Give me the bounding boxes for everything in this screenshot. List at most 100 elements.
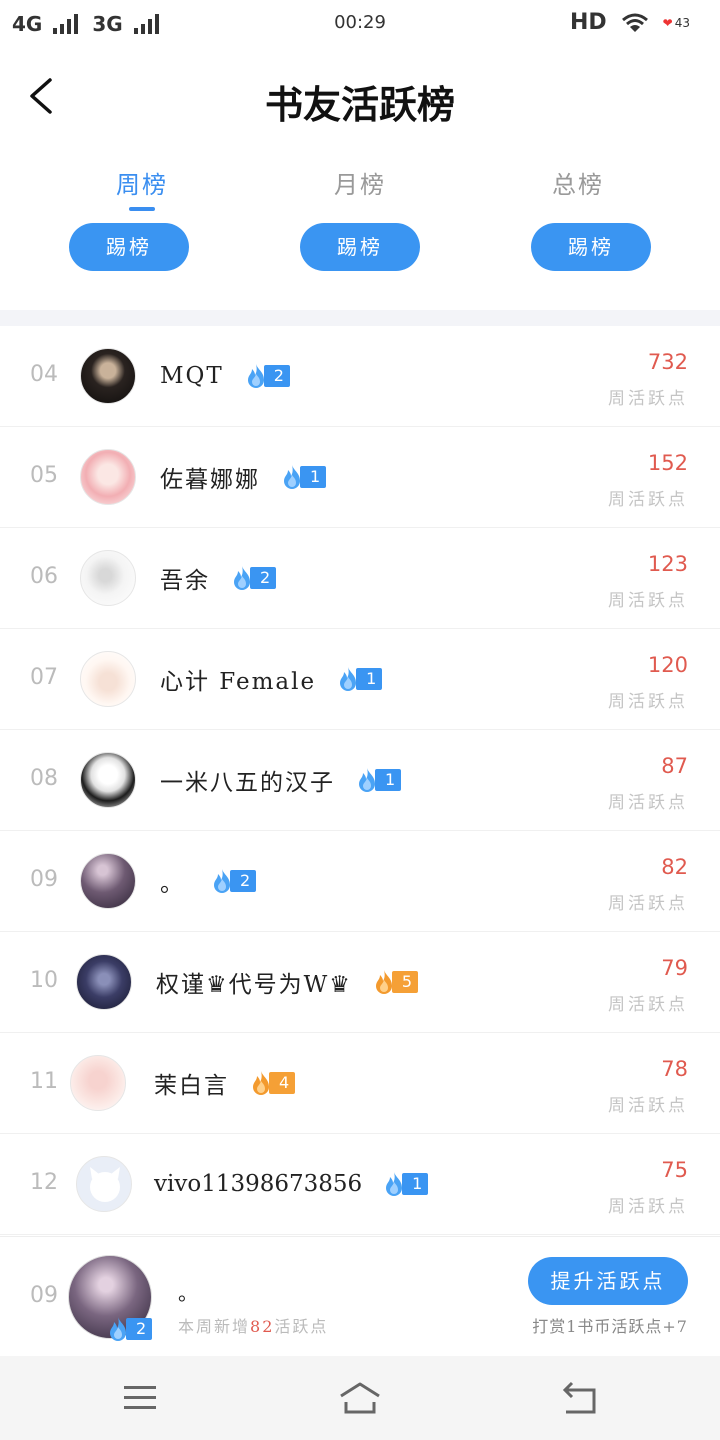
kick-weekly-button[interactable]: 踢榜 bbox=[69, 223, 189, 271]
user-name[interactable]: 佐暮娜娜 bbox=[160, 460, 260, 494]
avatar[interactable] bbox=[76, 954, 132, 1010]
level-badge: 1 bbox=[278, 465, 327, 489]
tab-underline bbox=[129, 207, 155, 211]
flame-icon bbox=[359, 768, 375, 792]
page-header: 书友活跃榜 bbox=[0, 60, 720, 140]
activity-score: 152 bbox=[647, 451, 688, 475]
activity-score: 123 bbox=[647, 552, 688, 576]
level-badge: 2 bbox=[228, 566, 277, 590]
list-item[interactable]: 10 权谨♛代号为W♛ 5 79 周活跃点 bbox=[0, 932, 720, 1033]
status-right: HD ❤ 43 bbox=[570, 10, 690, 35]
flame-icon bbox=[340, 667, 357, 691]
battery-level: 43 bbox=[674, 15, 690, 30]
score-label: 周活跃点 bbox=[608, 490, 688, 510]
user-name[interactable]: MQT bbox=[160, 363, 224, 389]
home-icon[interactable] bbox=[338, 1378, 382, 1418]
avatar[interactable] bbox=[80, 550, 136, 606]
kick-total-button[interactable]: 踢榜 bbox=[531, 223, 651, 271]
system-navigation-bar bbox=[0, 1356, 720, 1440]
reward-hint: 打赏1书币活跃点+7 bbox=[532, 1317, 688, 1336]
user-name[interactable]: 茉白言 bbox=[154, 1066, 229, 1100]
menu-icon[interactable] bbox=[118, 1378, 162, 1418]
score-label: 周活跃点 bbox=[608, 1197, 688, 1217]
flame-icon bbox=[253, 1071, 269, 1095]
flame-icon bbox=[247, 364, 264, 388]
section-divider bbox=[0, 310, 720, 326]
score-label: 周活跃点 bbox=[608, 389, 688, 409]
user-name[interactable]: 一米八五的汉子 bbox=[160, 763, 335, 797]
list-item[interactable]: 11 茉白言 4 78 周活跃点 bbox=[0, 1033, 720, 1134]
kick-monthly-button[interactable]: 踢榜 bbox=[300, 223, 420, 271]
level-badge: 1 bbox=[334, 667, 383, 691]
activity-score: 120 bbox=[647, 653, 688, 677]
summary-points: 82 bbox=[250, 1317, 275, 1336]
flame-icon bbox=[214, 869, 230, 893]
my-name: 。 bbox=[178, 1281, 198, 1305]
activity-score: 732 bbox=[647, 350, 688, 374]
avatar[interactable] bbox=[80, 449, 136, 505]
score-label: 周活跃点 bbox=[608, 894, 688, 914]
flame-icon bbox=[284, 465, 300, 489]
activity-score: 79 bbox=[661, 956, 688, 980]
flame-icon bbox=[110, 1317, 126, 1341]
user-name[interactable]: 。 bbox=[160, 864, 190, 898]
my-ranking-bar: 09 2 。 本周新增82活跃点 提升活跃点 打赏1书币活跃点+7 bbox=[0, 1236, 720, 1356]
list-item[interactable]: 05 佐暮娜娜 1 152 周活跃点 bbox=[0, 427, 720, 528]
user-name[interactable]: 权谨♛代号为W♛ bbox=[156, 965, 352, 999]
rank-number: 09 bbox=[30, 867, 58, 892]
list-item[interactable]: 08 一米八五的汉子 1 87 周活跃点 bbox=[0, 730, 720, 831]
rank-number: 05 bbox=[30, 463, 58, 488]
tab-label: 月榜 bbox=[334, 171, 386, 199]
rank-number: 12 bbox=[30, 1170, 58, 1195]
summary-prefix: 本周新增 bbox=[178, 1317, 251, 1336]
avatar[interactable] bbox=[80, 651, 136, 707]
list-item[interactable]: 06 吾余 2 123 周活跃点 bbox=[0, 528, 720, 629]
avatar[interactable] bbox=[80, 348, 136, 404]
tab-label: 总榜 bbox=[552, 171, 604, 199]
list-item[interactable]: 04 MQT 2 732 周活跃点 bbox=[0, 326, 720, 427]
back-nav-icon[interactable] bbox=[556, 1378, 600, 1418]
user-name[interactable]: 吾余 bbox=[160, 561, 210, 595]
activity-score: 78 bbox=[661, 1057, 688, 1081]
rank-number: 10 bbox=[30, 968, 58, 993]
level-badge: 2 bbox=[208, 869, 257, 893]
tab-label: 周榜 bbox=[116, 171, 168, 199]
user-name[interactable]: 心计 Female bbox=[160, 662, 316, 696]
boost-activity-button[interactable]: 提升活跃点 bbox=[528, 1257, 688, 1305]
flame-icon bbox=[375, 970, 392, 994]
score-label: 周活跃点 bbox=[608, 591, 688, 611]
rank-number: 04 bbox=[30, 362, 58, 387]
score-label: 周活跃点 bbox=[608, 692, 688, 712]
level-badge: 5 bbox=[370, 970, 419, 994]
level-badge: 1 bbox=[380, 1172, 429, 1196]
my-rank-number: 09 bbox=[30, 1283, 58, 1308]
rank-number: 08 bbox=[30, 766, 58, 791]
level-badge: 2 bbox=[242, 364, 290, 388]
rank-number: 11 bbox=[30, 1069, 58, 1094]
activity-score: 75 bbox=[661, 1158, 688, 1182]
battery-indicator: ❤ 43 bbox=[663, 16, 690, 30]
hd-label: HD bbox=[569, 10, 607, 35]
tab-monthly[interactable]: 月榜 bbox=[280, 165, 440, 199]
flame-icon bbox=[234, 566, 250, 590]
leaderboard-tabs: 周榜 月榜 总榜 踢榜 踢榜 踢榜 bbox=[0, 165, 720, 285]
default-avatar-icon bbox=[90, 1167, 120, 1202]
avatar[interactable] bbox=[76, 1156, 132, 1212]
status-bar: 4G 3G 00:29 HD ❤ 43 bbox=[0, 0, 720, 48]
ranking-list: 04 MQT 2 732 周活跃点 05 佐暮娜娜 1 152 周活跃点 06 bbox=[0, 326, 720, 1235]
user-name[interactable]: vivo11398673856 bbox=[154, 1171, 362, 1197]
avatar[interactable] bbox=[80, 853, 136, 909]
list-item[interactable]: 09 。 2 82 周活跃点 bbox=[0, 831, 720, 932]
list-item[interactable]: 07 心计 Female 1 120 周活跃点 bbox=[0, 629, 720, 730]
my-weekly-summary: 本周新增82活跃点 bbox=[178, 1313, 328, 1337]
tab-weekly[interactable]: 周榜 bbox=[62, 165, 222, 211]
list-item[interactable]: 12 vivo11398673856 1 75 周活跃点 bbox=[0, 1134, 720, 1235]
avatar[interactable] bbox=[80, 752, 136, 808]
avatar[interactable] bbox=[70, 1055, 126, 1111]
level-badge: 4 bbox=[247, 1071, 296, 1095]
score-label: 周活跃点 bbox=[608, 995, 688, 1015]
activity-score: 87 bbox=[661, 754, 688, 778]
my-level-badge: 2 bbox=[104, 1317, 153, 1341]
tab-total[interactable]: 总榜 bbox=[498, 165, 658, 199]
score-label: 周活跃点 bbox=[608, 1096, 688, 1116]
